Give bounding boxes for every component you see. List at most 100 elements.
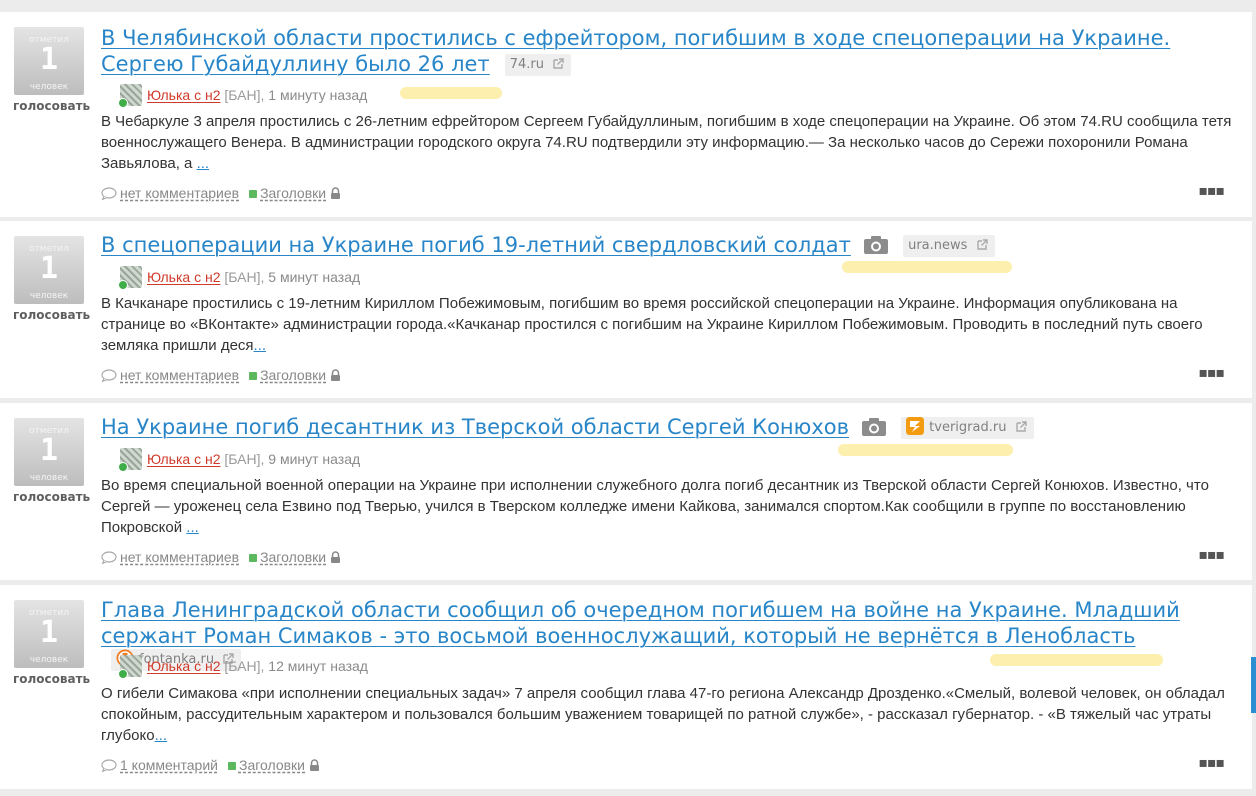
excerpt-text: Во время специальной военной операции на… [101,477,1209,536]
vote-widget: отметил 1 человек голосовать [13,600,90,686]
more-actions-icon[interactable]: ▪▪▪ [1199,755,1225,771]
story-meta: Юлька с н2 [БАН], 1 минуту назад [118,84,368,108]
source-domain: tverigrad.ru [929,420,1007,435]
more-actions-icon[interactable]: ▪▪▪ [1199,183,1225,199]
story-title-row: На Украине погиб десантник из Тверской о… [101,414,1231,440]
vote-button[interactable]: голосовать [13,308,90,322]
post-time: 1 минуту назад [268,87,368,103]
story-item: отметил 1 человек голосовать Глава Ленин… [0,585,1252,789]
lock-icon [310,759,319,771]
story-footer: нет комментариев Заголовки [101,183,341,203]
lock-icon [331,551,341,563]
tag-color-icon [227,762,236,770]
comments-link[interactable]: нет комментариев [120,185,239,201]
vote-button[interactable]: голосовать [13,490,90,504]
user-link[interactable]: Юлька с н2 [147,269,221,285]
tag-link[interactable]: Заголовки [260,367,326,383]
vote-count: 1 [39,433,59,468]
excerpt-text: В Качканаре простились с 19-летним Кирил… [101,295,1203,354]
story-excerpt: О гибели Симакова «при исполнении специа… [101,683,1236,746]
comments-link[interactable]: нет комментариев [120,367,239,383]
vote-counter: отметил 1 человек [14,236,84,304]
external-link-icon [553,58,564,69]
online-status-icon [118,669,128,679]
tverigrad-favicon-icon [906,417,925,435]
source-domain-badge[interactable]: ura.news [903,235,995,257]
source-domain-badge[interactable]: tverigrad.ru [901,417,1034,439]
source-domain-badge[interactable]: 74.ru [504,54,572,76]
vote-bottom-label: человек [29,473,69,483]
vote-counter: отметил 1 человек [14,600,84,668]
excerpt-text: О гибели Симакова «при исполнении специа… [101,685,1225,744]
vote-counter: отметил 1 человек [14,27,84,95]
story-title-row: В спецоперации на Украине погиб 19-летни… [101,232,1231,258]
story-excerpt: В Чебаркуле 3 апреля простились с 26-лет… [101,111,1236,174]
vote-widget: отметил 1 человек голосовать [13,418,90,504]
source-domain: 74.ru [509,57,545,72]
user-ban-tag: [БАН], [224,269,265,285]
user-ban-tag: [БАН], [224,658,265,674]
camera-icon [862,418,887,436]
more-actions-icon[interactable]: ▪▪▪ [1199,547,1225,563]
read-more-link[interactable]: ... [155,727,168,744]
story-title-link[interactable]: Глава Ленинградской области сообщил об о… [101,598,1180,648]
story-footer: нет комментариев Заголовки [101,547,341,567]
comments-link[interactable]: 1 комментарий [120,757,218,773]
camera-icon [864,236,888,254]
post-time: 5 минут назад [268,269,361,285]
comment-bubble-icon [101,187,117,200]
story-meta: Юлька с н2 [БАН], 9 минут назад [118,448,361,472]
comment-bubble-icon [101,759,117,772]
story-title-link[interactable]: В Челябинской области простились с ефрей… [101,26,1170,76]
story-excerpt: В Качканаре простились с 19-летним Кирил… [101,293,1236,356]
user-avatar[interactable] [118,84,142,108]
read-more-link[interactable]: ... [197,155,210,172]
tag-color-icon [249,190,258,198]
story-item: отметил 1 человек голосовать В спецопера… [0,221,1252,398]
highlight-mark [842,261,1012,273]
read-more-link[interactable]: ... [186,519,199,536]
vote-button[interactable]: голосовать [13,99,90,113]
more-actions-icon[interactable]: ▪▪▪ [1199,365,1225,381]
user-link[interactable]: Юлька с н2 [147,658,221,674]
tag-link[interactable]: Заголовки [260,549,326,565]
story-title-link[interactable]: На Украине погиб десантник из Тверской о… [101,415,849,439]
post-time: 12 минут назад [268,658,368,674]
external-link-icon [1015,421,1027,432]
read-more-link[interactable]: ... [254,337,267,354]
tag-link[interactable]: Заголовки [260,185,326,201]
excerpt-text: В Чебаркуле 3 апреля простились с 26-лет… [101,113,1232,172]
online-status-icon [118,98,128,108]
scrollbar-thumb[interactable] [1251,657,1256,713]
user-avatar[interactable] [118,266,142,290]
vote-counter: отметил 1 человек [14,418,84,486]
comments-link[interactable]: нет комментариев [120,549,239,565]
vote-bottom-label: человек [29,82,69,92]
vote-count: 1 [39,42,59,77]
tag-link[interactable]: Заголовки [239,757,305,773]
user-avatar[interactable] [118,655,142,679]
vote-count: 1 [39,251,59,286]
lock-icon [331,369,341,381]
lock-icon [331,187,341,199]
vote-widget: отметил 1 человек голосовать [13,27,90,113]
user-ban-tag: [БАН], [224,451,265,467]
story-meta: Юлька с н2 [БАН], 12 минут назад [118,655,368,679]
external-link-icon [976,239,988,250]
story-footer: 1 комментарий Заголовки [101,755,320,775]
vote-button[interactable]: голосовать [13,672,90,686]
story-title-link[interactable]: В спецоперации на Украине погиб 19-летни… [101,233,851,257]
story-footer: нет комментариев Заголовки [101,365,341,385]
post-time: 9 минут назад [268,451,361,467]
story-title-row: В Челябинской области простились с ефрей… [101,25,1231,77]
user-link[interactable]: Юлька с н2 [147,87,221,103]
vote-widget: отметил 1 человек голосовать [13,236,90,322]
user-avatar[interactable] [118,448,142,472]
story-item: отметил 1 человек голосовать На Украине … [0,403,1252,580]
user-ban-tag: [БАН], [224,87,265,103]
user-link[interactable]: Юлька с н2 [147,451,221,467]
highlight-mark [990,654,1163,666]
highlight-mark [838,444,1013,456]
vote-bottom-label: человек [29,655,69,665]
comment-bubble-icon [101,369,117,382]
